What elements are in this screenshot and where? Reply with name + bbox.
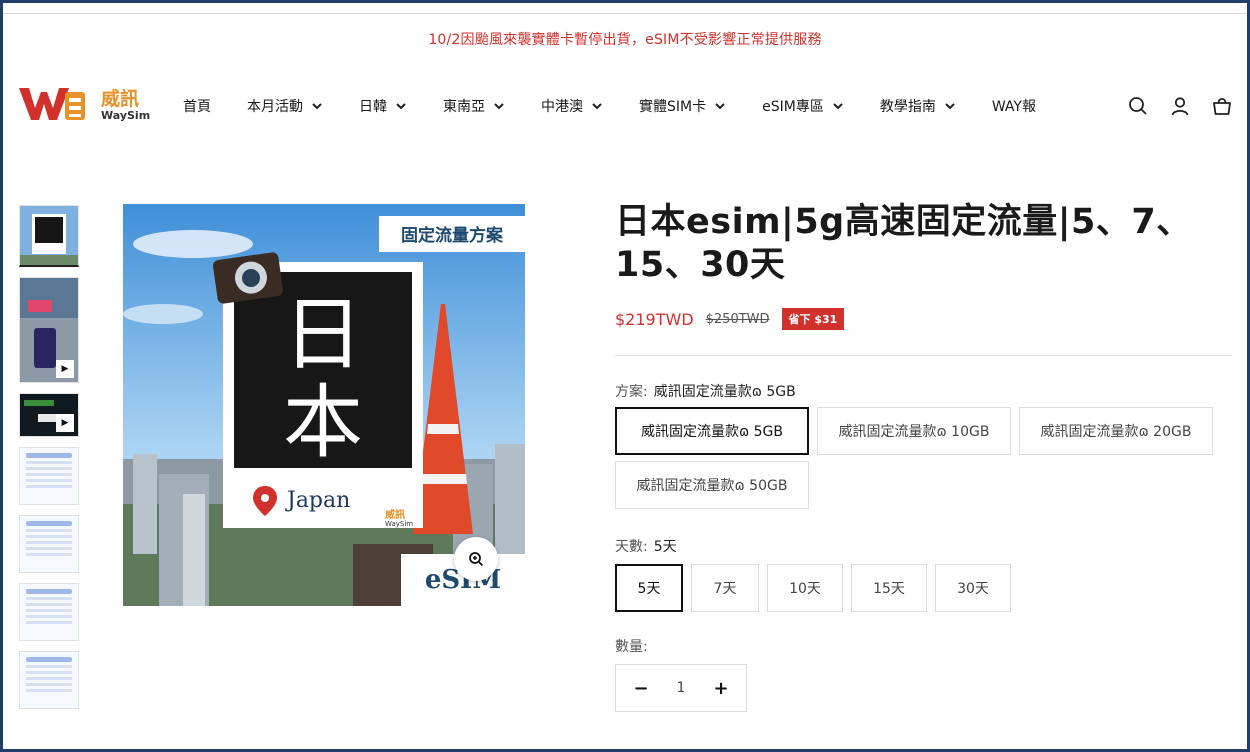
- play-icon: ▶: [56, 360, 74, 378]
- nav-label: eSIM專區: [762, 99, 824, 115]
- nav-item-esim-zone[interactable]: eSIM專區: [762, 96, 844, 116]
- nav-item-japan-korea[interactable]: 日韓: [359, 96, 407, 116]
- quantity-value[interactable]: 1: [677, 680, 686, 696]
- price-row: $219TWD $250TWD 省下 $31: [615, 308, 845, 330]
- plan-option-50gb[interactable]: 威訊固定流量款ɷ 50GB: [615, 461, 809, 509]
- days-option-15[interactable]: 15天: [851, 564, 927, 612]
- zoom-in-icon: [469, 552, 484, 567]
- nav-item-southeast-asia[interactable]: 東南亞: [443, 96, 505, 116]
- image-country-text: Japan: [285, 488, 350, 513]
- nav-label: 首頁: [183, 99, 211, 115]
- increase-quantity-button[interactable]: +: [710, 678, 732, 699]
- nav-label: WAY報: [991, 99, 1036, 115]
- play-icon: ▶: [56, 414, 74, 432]
- quantity-label: 數量:: [615, 639, 648, 655]
- days-label: 天數: 5天: [615, 536, 677, 556]
- save-badge: 省下 $31: [781, 308, 845, 330]
- chevron-down-icon: [945, 103, 955, 110]
- waysim-logo-mark: [19, 88, 85, 120]
- logo-text-cn: 威訊: [101, 88, 140, 110]
- nav-label: 實體SIM卡: [639, 99, 707, 115]
- days-option-5[interactable]: 5天: [615, 564, 683, 612]
- page: 10/2因颱風來襲實體卡暫停出貨，eSIM不受影響正常提供服務 威訊 WaySi…: [3, 3, 1247, 749]
- search-icon[interactable]: [1127, 95, 1149, 117]
- nav-item-way-news[interactable]: WAY報: [992, 96, 1036, 116]
- days-label-text: 天數:: [615, 539, 648, 555]
- days-selected-value: 5天: [653, 539, 677, 555]
- sale-price: $219TWD: [615, 309, 694, 329]
- thumbnail-list: ▶ ▶: [19, 205, 81, 719]
- chevron-down-icon: [396, 103, 406, 110]
- original-price: $250TWD: [705, 311, 770, 327]
- nav-item-china-hk-macau[interactable]: 中港澳: [541, 96, 603, 116]
- nav-label: 教學指南: [879, 99, 936, 115]
- nav-label: 中港澳: [541, 99, 583, 115]
- nav-label: 日韓: [359, 99, 387, 115]
- plan-selected-value: 威訊固定流量款ɷ 5GB: [653, 384, 796, 400]
- cart-icon[interactable]: [1211, 95, 1233, 117]
- thumbnail-2[interactable]: ▶: [19, 277, 79, 383]
- top-divider: [3, 13, 1247, 14]
- plan-label: 方案: 威訊固定流量款ɷ 5GB: [615, 381, 796, 401]
- header-actions: [1107, 95, 1233, 117]
- image-big-char-2: 本: [283, 376, 363, 469]
- thumbnail-3[interactable]: ▶: [19, 393, 79, 437]
- thumbnail-1[interactable]: [19, 205, 79, 267]
- chevron-down-icon: [833, 103, 843, 110]
- quantity-stepper: − 1 +: [615, 664, 747, 712]
- chevron-down-icon: [312, 103, 322, 110]
- nav-item-physical-sim[interactable]: 實體SIM卡: [639, 96, 726, 116]
- image-banner-text: 固定流量方案: [401, 225, 504, 246]
- chevron-down-icon: [592, 103, 602, 110]
- nav-label: 東南亞: [443, 99, 485, 115]
- nav-item-guides[interactable]: 教學指南: [880, 96, 956, 116]
- divider: [615, 355, 1232, 356]
- plan-option-20gb[interactable]: 威訊固定流量款ɷ 20GB: [1019, 407, 1213, 455]
- camera-icon: [213, 252, 283, 304]
- chevron-down-icon: [715, 103, 725, 110]
- days-option-10[interactable]: 10天: [767, 564, 843, 612]
- announcement-bar[interactable]: 10/2因颱風來襲實體卡暫停出貨，eSIM不受影響正常提供服務: [3, 29, 1247, 49]
- nav-item-monthly-events[interactable]: 本月活動: [247, 96, 323, 116]
- plan-option-10gb[interactable]: 威訊固定流量款ɷ 10GB: [817, 407, 1011, 455]
- account-icon[interactable]: [1169, 95, 1191, 117]
- main-nav: 首頁 本月活動 日韓 東南亞 中港澳 實體SIM卡 eSIM專區 教學指南 WA…: [183, 94, 1072, 118]
- decrease-quantity-button[interactable]: −: [630, 678, 652, 699]
- logo-text-en: WaySim: [101, 109, 151, 122]
- plan-option-5gb[interactable]: 威訊固定流量款ɷ 5GB: [615, 407, 809, 455]
- nav-item-home[interactable]: 首頁: [183, 96, 211, 116]
- zoom-button[interactable]: [454, 537, 498, 581]
- days-option-30[interactable]: 30天: [935, 564, 1011, 612]
- thumbnail-5[interactable]: [19, 515, 79, 573]
- plan-label-text: 方案:: [615, 384, 648, 400]
- logo[interactable]: 威訊 WaySim: [19, 82, 151, 126]
- days-option-7[interactable]: 7天: [691, 564, 759, 612]
- thumbnail-6[interactable]: [19, 583, 79, 641]
- plan-options: 威訊固定流量款ɷ 5GB 威訊固定流量款ɷ 10GB 威訊固定流量款ɷ 20GB…: [615, 407, 1235, 515]
- thumbnail-4[interactable]: [19, 447, 79, 505]
- chevron-down-icon: [494, 103, 504, 110]
- nav-label: 本月活動: [247, 99, 303, 115]
- thumbnail-7[interactable]: [19, 651, 79, 709]
- days-options: 5天 7天 10天 15天 30天: [615, 564, 1235, 618]
- image-big-char-1: 日: [283, 288, 363, 381]
- image-brand-en: WaySim: [385, 520, 413, 528]
- product-title: 日本esim|5g高速固定流量|5、7、15、30天: [615, 202, 1192, 285]
